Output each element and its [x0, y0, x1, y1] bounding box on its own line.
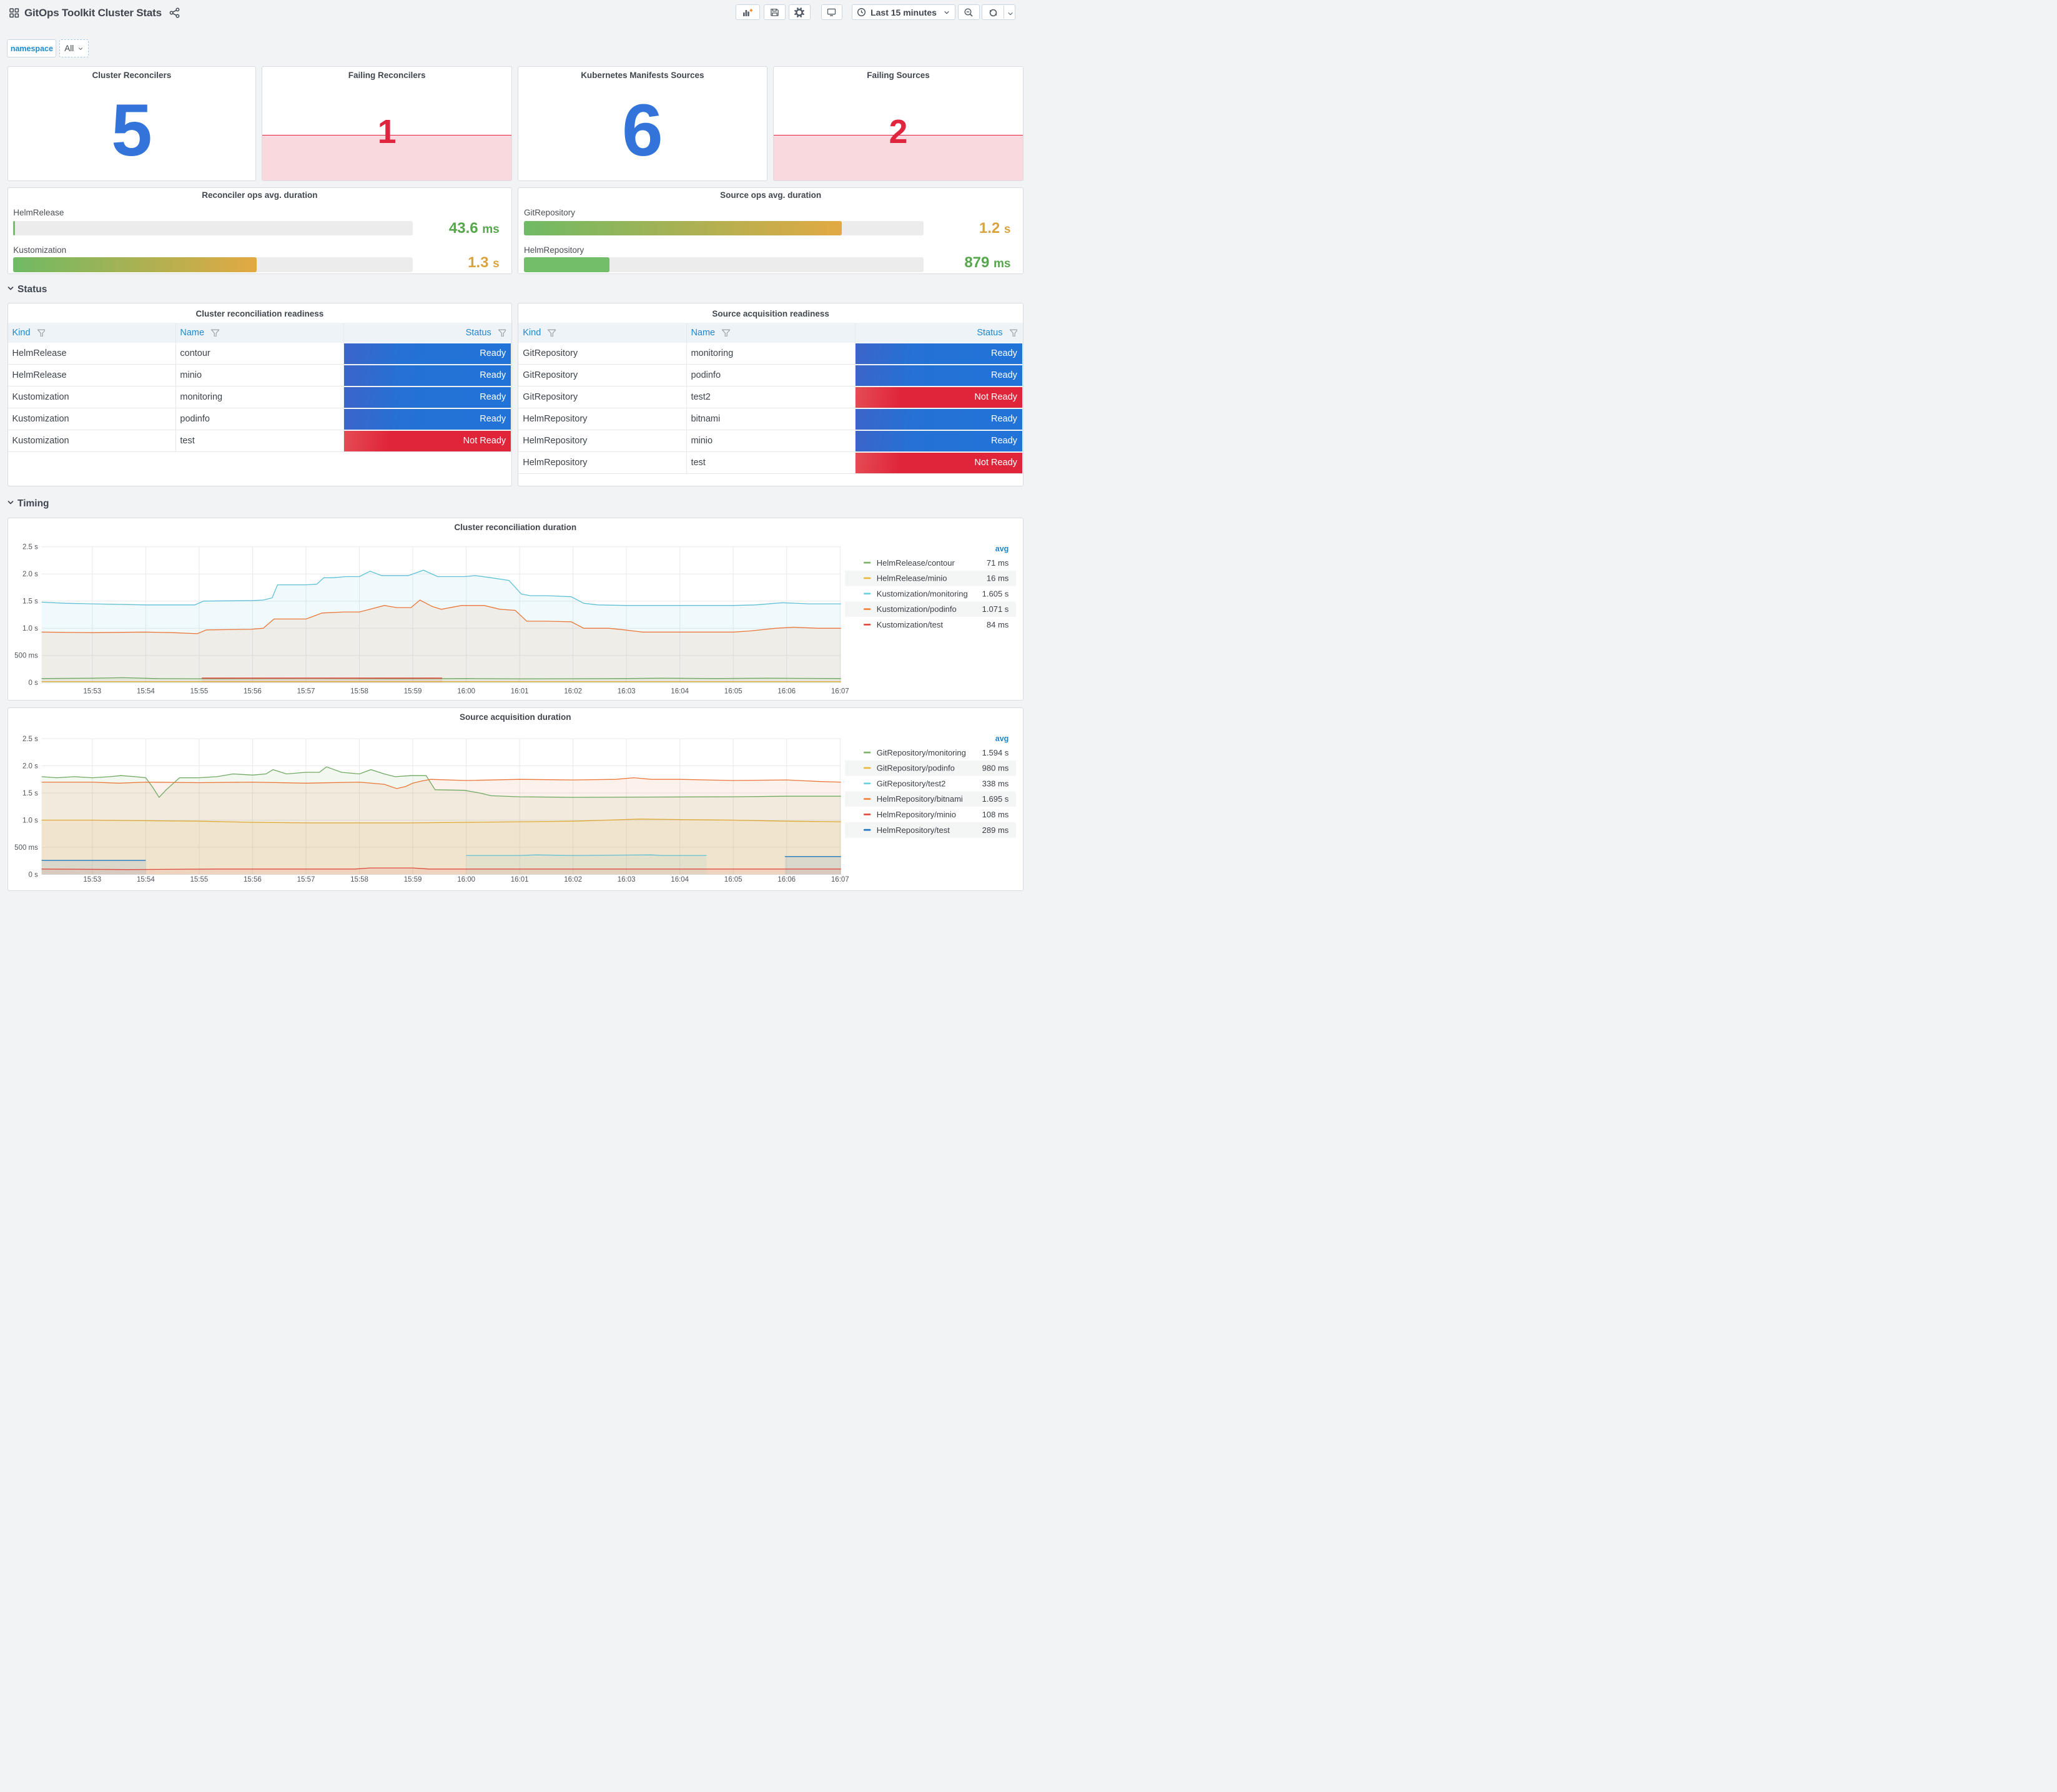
svg-text:2.0 s: 2.0 s — [22, 571, 37, 578]
svg-text:HelmRepository/minio: HelmRepository/minio — [876, 810, 955, 819]
svg-text:338 ms: 338 ms — [982, 779, 1009, 789]
svg-text:15:56: 15:56 — [244, 876, 262, 884]
svg-text:15:54: 15:54 — [137, 876, 155, 884]
svg-text:71 ms: 71 ms — [986, 558, 1009, 568]
svg-text:16:02: 16:02 — [564, 687, 582, 695]
svg-text:Kustomization/monitoring: Kustomization/monitoring — [876, 589, 967, 598]
svg-text:2.5 s: 2.5 s — [22, 736, 37, 743]
svg-text:16:01: 16:01 — [510, 876, 528, 884]
svg-text:15:58: 15:58 — [350, 687, 368, 695]
svg-text:15:59: 15:59 — [403, 876, 422, 884]
svg-text:avg: avg — [995, 734, 1009, 743]
svg-text:500 ms: 500 ms — [14, 652, 38, 659]
svg-text:GitRepository/test2: GitRepository/test2 — [876, 779, 945, 789]
svg-text:16:05: 16:05 — [724, 687, 742, 695]
svg-text:1.071 s: 1.071 s — [982, 604, 1009, 614]
svg-text:84 ms: 84 ms — [986, 620, 1009, 629]
svg-text:16:01: 16:01 — [510, 687, 528, 695]
svg-text:289 ms: 289 ms — [982, 825, 1009, 835]
svg-text:15:57: 15:57 — [297, 876, 315, 884]
svg-text:0 s: 0 s — [28, 872, 38, 879]
svg-text:HelmRelease/minio: HelmRelease/minio — [876, 573, 947, 583]
svg-text:1.0 s: 1.0 s — [22, 817, 37, 825]
svg-text:0 s: 0 s — [28, 679, 38, 687]
svg-text:16 ms: 16 ms — [986, 573, 1009, 583]
svg-text:16:03: 16:03 — [617, 687, 635, 695]
svg-text:2.0 s: 2.0 s — [22, 763, 37, 770]
svg-text:15:53: 15:53 — [83, 687, 101, 695]
svg-text:16:06: 16:06 — [777, 687, 796, 695]
svg-text:HelmRepository/bitnami: HelmRepository/bitnami — [876, 794, 962, 804]
svg-text:HelmRepository/test: HelmRepository/test — [876, 825, 949, 835]
svg-text:980 ms: 980 ms — [982, 764, 1009, 773]
svg-text:HelmRelease/contour: HelmRelease/contour — [876, 558, 955, 568]
svg-text:15:56: 15:56 — [244, 687, 262, 695]
svg-text:1.605 s: 1.605 s — [982, 589, 1009, 598]
svg-text:1.5 s: 1.5 s — [22, 598, 37, 605]
svg-text:16:04: 16:04 — [671, 687, 689, 695]
svg-text:15:57: 15:57 — [297, 687, 315, 695]
svg-text:16:05: 16:05 — [724, 876, 742, 884]
svg-text:16:07: 16:07 — [831, 687, 849, 695]
svg-text:1.594 s: 1.594 s — [982, 748, 1009, 757]
svg-text:16:02: 16:02 — [564, 876, 582, 884]
svg-text:15:55: 15:55 — [190, 876, 208, 884]
svg-text:16:00: 16:00 — [457, 876, 475, 884]
svg-text:15:53: 15:53 — [83, 876, 101, 884]
svg-text:16:00: 16:00 — [457, 687, 475, 695]
svg-text:avg: avg — [995, 544, 1009, 553]
svg-text:16:04: 16:04 — [671, 876, 689, 884]
svg-text:15:58: 15:58 — [350, 876, 368, 884]
svg-text:16:07: 16:07 — [831, 876, 849, 884]
svg-text:Kustomization/test: Kustomization/test — [876, 620, 943, 629]
svg-text:15:55: 15:55 — [190, 687, 208, 695]
svg-text:1.0 s: 1.0 s — [22, 625, 37, 633]
svg-text:Kustomization/podinfo: Kustomization/podinfo — [876, 604, 956, 614]
svg-text:15:59: 15:59 — [403, 687, 422, 695]
svg-text:2.5 s: 2.5 s — [22, 543, 37, 551]
svg-text:108 ms: 108 ms — [982, 810, 1009, 819]
svg-text:16:06: 16:06 — [777, 876, 796, 884]
svg-text:1.695 s: 1.695 s — [982, 794, 1009, 804]
svg-text:500 ms: 500 ms — [14, 844, 38, 852]
svg-text:GitRepository/podinfo: GitRepository/podinfo — [876, 764, 954, 773]
svg-text:1.5 s: 1.5 s — [22, 790, 37, 797]
svg-text:15:54: 15:54 — [137, 687, 155, 695]
svg-text:16:03: 16:03 — [617, 876, 635, 884]
svg-text:GitRepository/monitoring: GitRepository/monitoring — [876, 748, 965, 757]
